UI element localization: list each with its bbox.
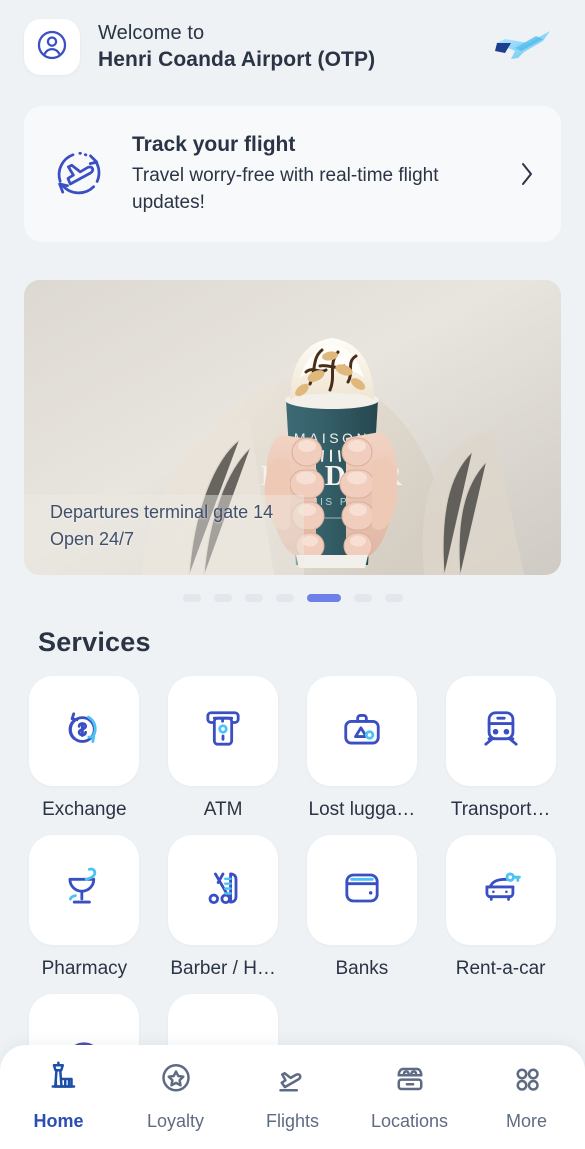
takeoff-plane-icon (273, 1059, 313, 1104)
track-flight-title: Track your flight (132, 132, 296, 156)
grid-dots-icon (507, 1059, 547, 1104)
service-item-atm[interactable]: ATM (163, 676, 284, 821)
welcome-block: Welcome to Henri Coanda Airport (OTP) (98, 20, 491, 74)
carousel-dot[interactable] (182, 594, 201, 602)
service-item-lost-luggage[interactable]: Lost lugga… (302, 676, 423, 821)
service-tile[interactable] (29, 676, 140, 786)
promo-caption: Departures terminal gate 14 Open 24/7 (50, 499, 273, 553)
service-item-barber[interactable]: Barber / H… (163, 835, 284, 980)
train-transport-icon (475, 703, 527, 760)
nav-item-locations[interactable]: Locations (351, 1059, 468, 1132)
promo-caption-line2: Open 24/7 (50, 529, 135, 549)
carousel-dot[interactable] (353, 594, 372, 602)
service-label: Transport… (450, 799, 551, 820)
nav-label: Flights (265, 1111, 319, 1131)
service-item-transport[interactable]: Transport… (440, 676, 561, 821)
nav-item-home[interactable]: Home (0, 1059, 117, 1132)
airplane-icon (491, 27, 553, 72)
avatar-button[interactable] (24, 19, 80, 75)
nav-label: Loyalty (146, 1111, 205, 1131)
promo-caption-line1: Departures terminal gate 14 (50, 502, 274, 522)
service-label: Rent-a-car (455, 958, 546, 979)
service-label: Barber / H… (170, 958, 276, 979)
carousel-dot[interactable] (275, 594, 294, 602)
nav-item-flights[interactable]: Flights (234, 1059, 351, 1132)
service-label: Exchange (42, 799, 127, 820)
nav-label: More (505, 1111, 547, 1131)
track-flight-card[interactable]: Track your flight Travel worry-free with… (24, 106, 561, 242)
lost-luggage-icon (336, 703, 388, 760)
user-circle-icon (35, 28, 69, 67)
rent-a-car-icon (475, 862, 527, 919)
atm-icon (197, 703, 249, 760)
service-label: Banks (335, 958, 389, 979)
barber-scissors-comb-icon (197, 862, 249, 919)
carousel-dot[interactable] (213, 594, 232, 602)
service-tile[interactable] (306, 835, 417, 945)
star-circle-icon (156, 1059, 196, 1104)
app-screen: Welcome to Henri Coanda Airport (OTP) Tr… (0, 0, 585, 1149)
service-item-banks[interactable]: Banks (302, 835, 423, 980)
track-flight-text: Track your flight Travel worry-free with… (132, 131, 513, 217)
services-section-title: Services (38, 627, 151, 657)
welcome-label: Welcome to (98, 21, 205, 44)
service-tile[interactable] (168, 835, 279, 945)
nav-label: Home (33, 1111, 84, 1131)
app-header: Welcome to Henri Coanda Airport (OTP) (0, 0, 585, 92)
service-item-pharmacy[interactable]: Pharmacy (24, 835, 145, 980)
nav-label: Locations (370, 1111, 449, 1131)
service-tile[interactable] (445, 676, 556, 786)
flight-track-icon (46, 142, 110, 206)
service-label: Lost lugga… (308, 799, 416, 820)
carousel-dot[interactable] (384, 594, 403, 602)
storefront-icon (390, 1059, 430, 1104)
service-tile[interactable] (306, 676, 417, 786)
promo-banner[interactable]: MAISON PRADIER DEPUIS PARIS Departures t… (24, 280, 561, 575)
service-item-rent-a-car[interactable]: Rent-a-car (440, 835, 561, 980)
service-tile[interactable] (168, 676, 279, 786)
service-item-exchange[interactable]: Exchange (24, 676, 145, 821)
service-label: Pharmacy (41, 958, 128, 979)
bottom-navigation: Home Loyalty Flights Locations More (0, 1045, 585, 1149)
pharmacy-icon (58, 862, 110, 919)
nav-item-loyalty[interactable]: Loyalty (117, 1059, 234, 1132)
service-tile[interactable] (29, 835, 140, 945)
carousel-pagination[interactable] (0, 591, 585, 605)
nav-item-more[interactable]: More (468, 1059, 585, 1132)
page-title: Henri Coanda Airport (OTP) (98, 47, 376, 71)
track-flight-subtitle: Travel worry-free with real-time flight … (132, 165, 439, 214)
currency-exchange-icon (58, 703, 110, 760)
carousel-dot-active[interactable] (306, 594, 341, 602)
control-tower-icon (39, 1059, 79, 1104)
service-tile[interactable] (445, 835, 556, 945)
service-label: ATM (203, 799, 243, 820)
carousel-dot[interactable] (244, 594, 263, 602)
chevron-right-icon[interactable] (513, 161, 541, 187)
wallet-bank-icon (336, 862, 388, 919)
